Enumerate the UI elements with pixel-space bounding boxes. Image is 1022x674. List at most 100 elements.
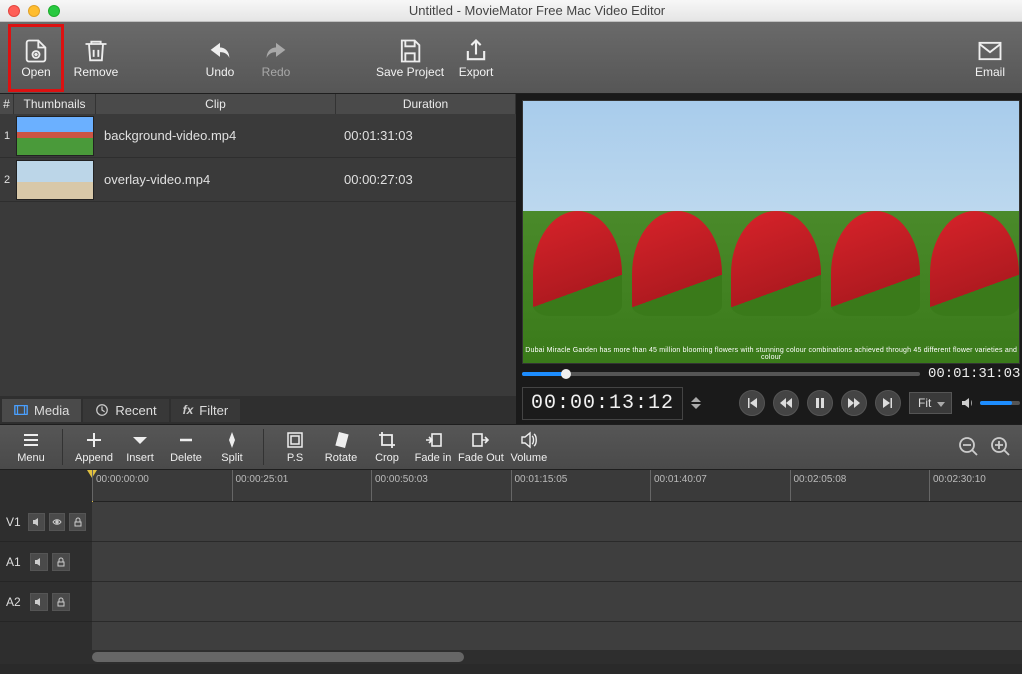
append-label: Append bbox=[75, 452, 113, 464]
track-headers: V1 A1 A2 bbox=[0, 502, 92, 650]
ruler-ticks[interactable]: 00:00:00:00 00:00:25:01 00:00:50:03 00:0… bbox=[92, 470, 1022, 502]
skip-start-button[interactable] bbox=[739, 390, 765, 416]
media-row[interactable]: 2 overlay-video.mp4 00:00:27:03 bbox=[0, 158, 516, 202]
timeline-ruler[interactable]: 00:00:00:00 00:00:25:01 00:00:50:03 00:0… bbox=[0, 470, 1022, 502]
col-thumbnails[interactable]: Thumbnails bbox=[14, 94, 96, 114]
track-hide-button[interactable] bbox=[49, 513, 66, 531]
volume-button[interactable]: Volume bbox=[508, 430, 550, 464]
fadein-button[interactable]: Fade in bbox=[412, 430, 454, 464]
rewind-button[interactable] bbox=[773, 390, 799, 416]
ruler-tick: 00:01:15:05 bbox=[511, 470, 568, 501]
crop-button[interactable]: Crop bbox=[366, 430, 408, 464]
split-button[interactable]: Split bbox=[211, 430, 253, 464]
minimize-window-button[interactable] bbox=[28, 5, 40, 17]
tab-filter-label: Filter bbox=[199, 403, 228, 418]
timeline-toolbar: Menu Append Insert Delete Split P.S Rota… bbox=[0, 424, 1022, 470]
hscroll-track[interactable] bbox=[92, 650, 1022, 664]
timecode-up[interactable] bbox=[691, 397, 701, 402]
insert-icon bbox=[130, 430, 150, 450]
ps-button[interactable]: P.S bbox=[274, 430, 316, 464]
media-row[interactable]: 1 background-video.mp4 00:01:31:03 bbox=[0, 114, 516, 158]
save-icon bbox=[396, 37, 424, 65]
preview-panel: Dubai Miracle Garden has more than 45 mi… bbox=[516, 94, 1022, 424]
timecode-display[interactable]: 00:00:13:12 bbox=[522, 387, 683, 420]
play-pause-button[interactable] bbox=[807, 390, 833, 416]
open-button-highlight: Open bbox=[8, 24, 64, 92]
rotate-icon bbox=[331, 430, 351, 450]
redo-button[interactable]: Redo bbox=[252, 28, 300, 88]
maximize-window-button[interactable] bbox=[48, 5, 60, 17]
track-lock-button[interactable] bbox=[52, 593, 70, 611]
rewind-icon bbox=[780, 397, 792, 409]
append-button[interactable]: Append bbox=[73, 430, 115, 464]
track-lane-a1[interactable] bbox=[92, 542, 1022, 582]
undo-button[interactable]: Undo bbox=[196, 28, 244, 88]
remove-button[interactable]: Remove bbox=[72, 28, 120, 88]
tab-media[interactable]: Media bbox=[2, 399, 81, 422]
track-header-a2[interactable]: A2 bbox=[0, 582, 92, 622]
rotate-button[interactable]: Rotate bbox=[320, 430, 362, 464]
track-lane-a2[interactable] bbox=[92, 582, 1022, 622]
pause-icon bbox=[814, 397, 826, 409]
speaker-small-icon bbox=[32, 517, 42, 527]
skip-end-button[interactable] bbox=[875, 390, 901, 416]
open-button[interactable]: Open bbox=[12, 28, 60, 88]
save-label: Save Project bbox=[376, 65, 444, 79]
track-lock-button[interactable] bbox=[69, 513, 86, 531]
scrub-handle[interactable] bbox=[561, 369, 571, 379]
scrub-track[interactable] bbox=[522, 372, 920, 376]
col-clip[interactable]: Clip bbox=[96, 94, 336, 114]
minus-icon bbox=[176, 430, 196, 450]
tab-filter[interactable]: fx Filter bbox=[171, 399, 241, 422]
track-header-v1[interactable]: V1 bbox=[0, 502, 92, 542]
menu-label: Menu bbox=[17, 452, 45, 464]
media-panel: # Thumbnails Clip Duration 1 background-… bbox=[0, 94, 516, 424]
volume-slider[interactable] bbox=[980, 401, 1020, 405]
track-lanes[interactable] bbox=[92, 502, 1022, 650]
col-duration[interactable]: Duration bbox=[336, 94, 516, 114]
col-index[interactable]: # bbox=[0, 94, 14, 114]
fadeout-label: Fade Out bbox=[458, 452, 504, 464]
volume-icon[interactable] bbox=[960, 395, 976, 411]
insert-button[interactable]: Insert bbox=[119, 430, 161, 464]
close-window-button[interactable] bbox=[8, 5, 20, 17]
hscroll-thumb[interactable] bbox=[92, 652, 464, 662]
save-project-button[interactable]: Save Project bbox=[376, 28, 444, 88]
email-button[interactable]: Email bbox=[966, 28, 1014, 88]
preview-viewport[interactable]: Dubai Miracle Garden has more than 45 mi… bbox=[522, 100, 1020, 364]
track-mute-button[interactable] bbox=[28, 513, 45, 531]
zoom-fit-select[interactable]: Fit bbox=[909, 392, 952, 414]
timeline-hscroll bbox=[0, 650, 1022, 664]
eye-icon bbox=[52, 517, 62, 527]
scrub-bar: 00:01:31:03 bbox=[522, 364, 1020, 384]
zoom-in-button[interactable] bbox=[990, 436, 1012, 458]
ps-label: P.S bbox=[287, 452, 303, 464]
track-mute-button[interactable] bbox=[30, 593, 48, 611]
scrub-progress bbox=[522, 372, 566, 376]
export-label: Export bbox=[459, 65, 494, 79]
tracks-area: V1 A1 A2 bbox=[0, 502, 1022, 650]
speaker-small-icon bbox=[34, 557, 44, 567]
track-lane-v1[interactable] bbox=[92, 502, 1022, 542]
track-header-a1[interactable]: A1 bbox=[0, 542, 92, 582]
export-button[interactable]: Export bbox=[452, 28, 500, 88]
split-icon bbox=[222, 430, 242, 450]
preview-caption: Dubai Miracle Garden has more than 45 mi… bbox=[523, 347, 1019, 361]
row-index: 1 bbox=[0, 130, 14, 142]
fadeout-button[interactable]: Fade Out bbox=[458, 430, 504, 464]
skip-start-icon bbox=[746, 397, 758, 409]
fast-forward-button[interactable] bbox=[841, 390, 867, 416]
delete-button[interactable]: Delete bbox=[165, 430, 207, 464]
fx-icon: fx bbox=[183, 403, 194, 417]
delete-label: Delete bbox=[170, 452, 202, 464]
zoom-out-button[interactable] bbox=[958, 436, 980, 458]
track-mute-button[interactable] bbox=[30, 553, 48, 571]
rotate-label: Rotate bbox=[325, 452, 357, 464]
track-lock-button[interactable] bbox=[52, 553, 70, 571]
fadein-icon bbox=[423, 430, 443, 450]
recent-icon bbox=[95, 403, 109, 417]
timecode-down[interactable] bbox=[691, 404, 701, 409]
fadeout-icon bbox=[471, 430, 491, 450]
tab-recent[interactable]: Recent bbox=[83, 399, 168, 422]
timeline-menu-button[interactable]: Menu bbox=[10, 430, 52, 464]
